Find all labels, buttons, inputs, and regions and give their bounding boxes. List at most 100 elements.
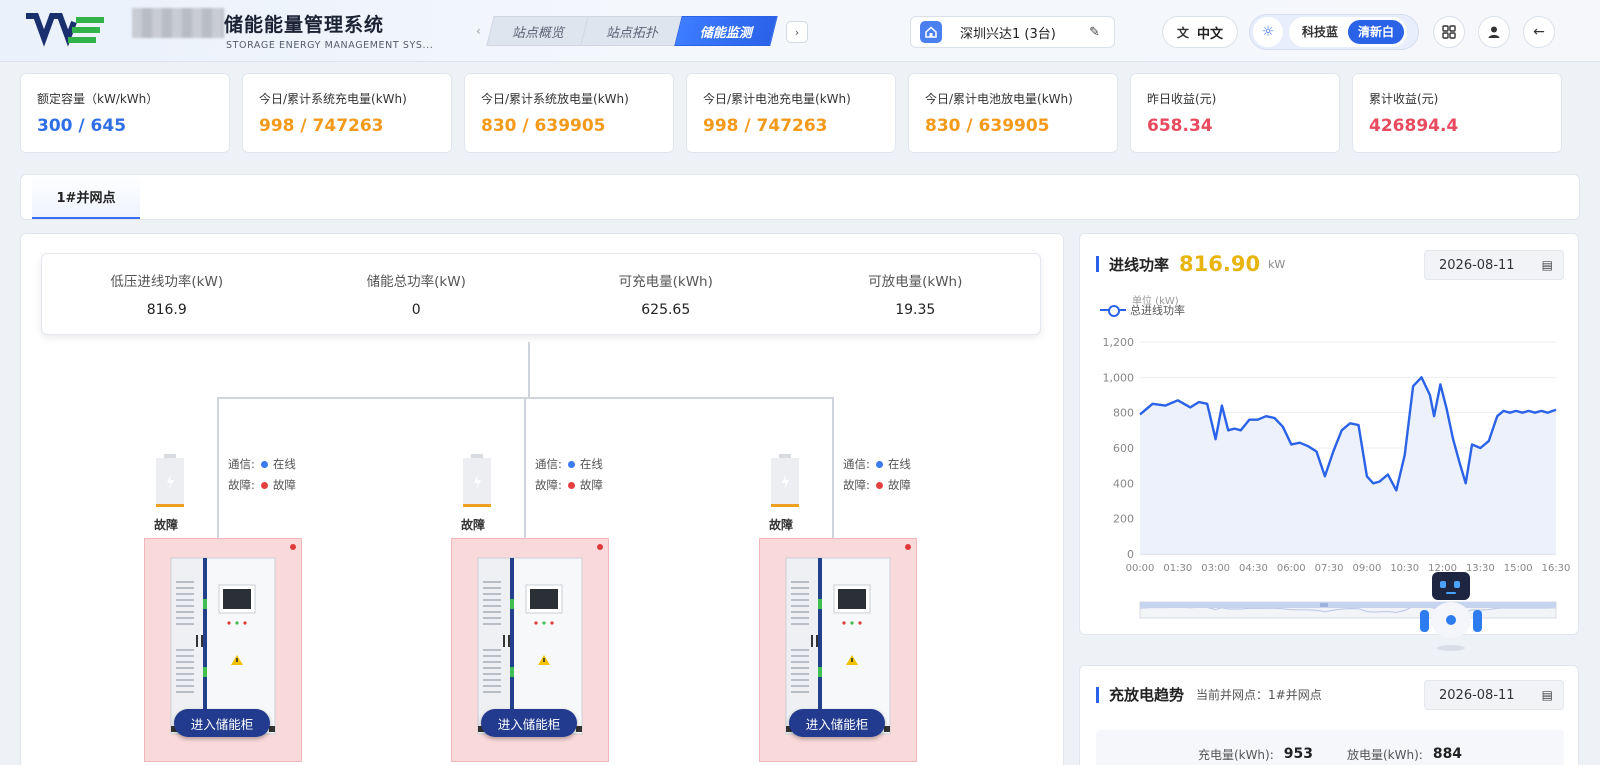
theme-fresh-white[interactable]: 清新白	[1348, 20, 1405, 44]
kpi-label: 额定容量（kW/kWh）	[37, 92, 159, 106]
blurred-brand	[132, 8, 224, 38]
site-name: 深圳兴达1 (3台)	[960, 26, 1056, 42]
battery-status: 故障	[769, 518, 794, 532]
language-button[interactable]: 文 中文	[1162, 16, 1238, 48]
kpi-value: 830 / 639905	[925, 116, 1050, 136]
kpi-card: 昨日收益(元) 658.34	[1130, 73, 1340, 153]
company-logo	[26, 13, 104, 47]
kpi-value: 426894.4	[1369, 116, 1459, 136]
x-tick-label: 07:30	[1315, 563, 1344, 574]
kpi-card: 额定容量（kW/kWh） 300 / 645	[20, 73, 230, 153]
enter-cabinet-button[interactable]: 进入储能柜	[481, 709, 577, 737]
kpi-label: 昨日收益(元)	[1147, 92, 1217, 106]
fault-status: 故障: 故障	[843, 478, 911, 492]
page-title: 储能能量管理系统	[224, 14, 385, 36]
storage-cabinet: 故障 通信: 在线 故障: 故障 进入储能柜	[759, 234, 1063, 762]
y-tick-label: 1,000	[1103, 371, 1135, 384]
kpi-value: 998 / 747263	[703, 116, 828, 136]
kpi-label: 今日/累计系统充电量(kWh)	[259, 92, 407, 106]
storage-cabinet: 故障 通信: 在线 故障: 故障 进入储能柜	[144, 234, 474, 762]
topology-panel: 低压进线功率(kW) 816.9 储能总功率(kW) 0 可充电量(kWh) 6…	[20, 233, 1064, 765]
tab-site-topology[interactable]: 站点拓扑	[580, 16, 684, 46]
chevron-right-icon: ›	[794, 25, 800, 39]
power-chart-panel: 进线功率 816.90 kW 2026-08-11 ▤ 单位 (kW) 总进线功…	[1079, 233, 1579, 635]
y-tick-label: 200	[1113, 513, 1134, 526]
online-dot	[260, 460, 268, 468]
current-grid-point: 当前并网点：1#并网点	[1196, 688, 1322, 702]
y-tick-label: 600	[1113, 442, 1134, 455]
battery-status: 故障	[154, 518, 179, 532]
kpi-value: 830 / 639905	[481, 116, 606, 136]
kpi-label: 今日/累计电池充电量(kWh)	[703, 92, 851, 106]
discharge-value: 884	[1432, 746, 1463, 762]
kpi-card: 今日/累计电池充电量(kWh) 998 / 747263	[686, 73, 896, 153]
nav-prev-icon[interactable]: ‹	[476, 24, 481, 38]
zoom-slider-range	[1140, 602, 1556, 608]
robot-assistant-icon[interactable]	[1418, 568, 1482, 652]
fault-dot	[567, 481, 575, 489]
apps-grid-button[interactable]	[1433, 16, 1465, 48]
y-tick-label: 0	[1127, 548, 1134, 561]
title-accent	[1096, 686, 1099, 703]
translate-icon: 文	[1176, 25, 1189, 40]
tab-site-overview[interactable]: 站点概览	[486, 16, 590, 46]
kpi-value: 300 / 645	[37, 116, 127, 136]
battery-status: 故障	[461, 518, 486, 532]
x-tick-label: 00:00	[1126, 563, 1155, 574]
charge-label: 充电量(kWh):	[1197, 748, 1274, 762]
page-subtitle: STORAGE ENERGY MANAGEMENT SYS...	[226, 40, 434, 51]
zoom-slider-handle	[1320, 603, 1328, 607]
panel-title: 充放电趋势	[1109, 686, 1185, 704]
kpi-card: 今日/累计系统放电量(kWh) 830 / 639905	[464, 73, 674, 153]
online-dot	[875, 460, 883, 468]
nav-next-button[interactable]: ›	[786, 21, 808, 43]
site-selector[interactable]: 深圳兴达1 (3台) ✎	[910, 16, 1115, 48]
kpi-value: 658.34	[1147, 116, 1213, 136]
theme-tech-blue[interactable]: 科技蓝	[1292, 20, 1348, 44]
comm-status: 通信: 在线	[843, 457, 911, 471]
y-tick-label: 400	[1113, 477, 1134, 490]
user-button[interactable]	[1478, 16, 1510, 48]
y-tick-label: 800	[1113, 407, 1134, 420]
kpi-label: 今日/累计电池放电量(kWh)	[925, 92, 1073, 106]
calendar-icon: ▤	[1541, 688, 1553, 702]
online-dot	[567, 460, 575, 468]
charge-trend-panel: 充放电趋势 当前并网点：1#并网点 2026-08-11 ▤ 充电量(kWh):…	[1079, 665, 1579, 765]
fault-dot	[260, 481, 268, 489]
kpi-row: 额定容量（kW/kWh） 300 / 645 今日/累计系统充电量(kWh) 9…	[20, 73, 1562, 153]
x-tick-label: 09:00	[1352, 563, 1381, 574]
grid-icon	[1442, 25, 1456, 39]
tab-storage-monitor[interactable]: 储能监测	[674, 16, 778, 46]
panel-header: 充放电趋势 当前并网点：1#并网点	[1096, 684, 1322, 705]
x-tick-label: 01:30	[1163, 563, 1192, 574]
y-tick-label: 1,200	[1103, 336, 1135, 349]
x-tick-label: 04:30	[1239, 563, 1268, 574]
battery-icon	[156, 454, 184, 507]
edit-icon[interactable]: ✎	[1089, 25, 1100, 40]
arrow-left-icon: ←	[1533, 24, 1545, 40]
kpi-card: 今日/累计系统充电量(kWh) 998 / 747263	[242, 73, 452, 153]
storage-cabinet: 故障 通信: 在线 故障: 故障 进入储能柜	[451, 234, 781, 762]
main-nav: 站点概览 站点拓扑 储能监测	[486, 16, 778, 46]
enter-cabinet-button[interactable]: 进入储能柜	[789, 709, 885, 737]
kpi-value: 998 / 747263	[259, 116, 384, 136]
tab-grid-point-1[interactable]: 1#并网点	[32, 175, 140, 219]
app-header: 储能能量管理系统 STORAGE ENERGY MANAGEMENT SYS..…	[0, 0, 1600, 62]
power-line-chart[interactable]: 0 200 400 600 800 1,000 1,200 00:00 01:30 03:00 04…	[1080, 234, 1580, 634]
fault-status: 故障: 故障	[535, 478, 603, 492]
back-button[interactable]: ←	[1523, 16, 1555, 48]
date-picker[interactable]: 2026-08-11 ▤	[1424, 680, 1564, 710]
kpi-label: 累计收益(元)	[1369, 92, 1439, 106]
grid-point-tabs: 1#并网点	[20, 174, 1580, 220]
sun-icon[interactable]: ☼	[1253, 17, 1283, 47]
kpi-card: 累计收益(元) 426894.4	[1352, 73, 1562, 153]
theme-switcher: ☼ 科技蓝 清新白	[1249, 14, 1419, 50]
enter-cabinet-button[interactable]: 进入储能柜	[174, 709, 270, 737]
x-tick-label: 15:00	[1504, 563, 1533, 574]
x-tick-label: 10:30	[1390, 563, 1419, 574]
charge-summary: 充电量(kWh): 953 放电量(kWh): 884	[1096, 730, 1564, 765]
discharge-label: 放电量(kWh):	[1347, 748, 1423, 762]
comm-status: 通信: 在线	[535, 457, 603, 471]
x-tick-label: 06:00	[1277, 563, 1306, 574]
kpi-label: 今日/累计系统放电量(kWh)	[481, 92, 629, 106]
